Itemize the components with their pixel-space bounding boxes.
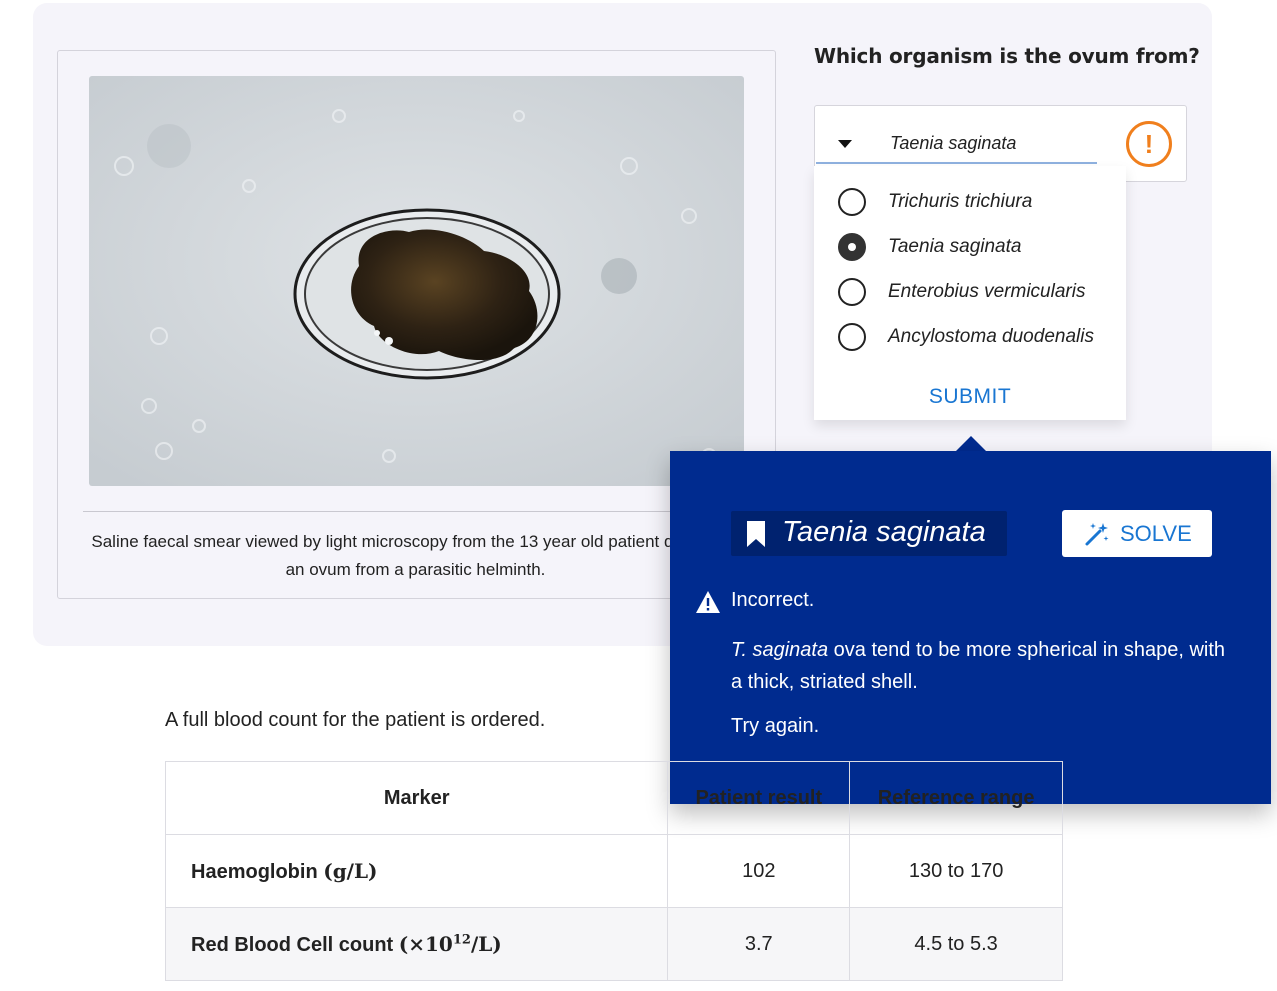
result-cell: 102 <box>667 834 851 908</box>
alert-icon: ! <box>1126 121 1172 167</box>
range-cell: 4.5 to 5.3 <box>849 907 1063 981</box>
radio-button[interactable] <box>838 323 866 351</box>
option-ancylostoma[interactable]: Ancylostoma duodenalis <box>838 321 1128 353</box>
marker-cell: Red Blood Cell count (×1012/L) <box>164 907 669 981</box>
option-enterobius[interactable]: Enterobius vermicularis <box>838 276 1128 308</box>
option-trichuris[interactable]: Trichuris trichiura <box>838 186 1128 218</box>
selected-answer[interactable]: Taenia saginata <box>890 133 1016 154</box>
radio-button[interactable] <box>838 188 866 216</box>
marker-unit: (g/L) <box>323 858 378 883</box>
marker-unit: (×1012/L) <box>399 932 502 956</box>
figure-caption: Saline faecal smear viewed by light micr… <box>91 532 740 579</box>
caret-down-icon[interactable] <box>838 140 852 148</box>
option-label: Taenia saginata <box>888 236 1022 257</box>
feedback-panel <box>670 451 1271 804</box>
feedback-pointer <box>955 436 987 452</box>
feedback-verdict: Incorrect. <box>731 589 815 611</box>
header-range: Reference range <box>849 761 1063 835</box>
table-header-row: Marker Patient result Reference range <box>164 761 1063 835</box>
caption-divider <box>83 511 753 512</box>
table-row: Red Blood Cell count (×1012/L) 3.7 4.5 t… <box>164 907 1063 981</box>
marker-cell: Haemoglobin (g/L) <box>164 834 669 908</box>
option-label: Trichuris trichiura <box>888 191 1033 212</box>
unit-exponent: 12 <box>452 931 471 947</box>
radio-button[interactable] <box>838 278 866 306</box>
question-prompt: Which organism is the ovum from? <box>814 44 1200 68</box>
result-cell: 3.7 <box>667 907 851 981</box>
select-underline <box>816 162 1097 164</box>
submit-button[interactable]: SUBMIT <box>900 382 1040 412</box>
header-marker: Marker <box>164 761 669 835</box>
solve-label: SOLVE <box>1120 521 1192 546</box>
option-label: Ancylostoma duodenalis <box>888 326 1094 347</box>
magic-wand-icon <box>1085 523 1109 546</box>
radio-button-checked[interactable] <box>838 233 866 261</box>
feedback-retry: Try again. <box>731 715 820 737</box>
table-row: Haemoglobin (g/L) 102 130 to 170 <box>164 834 1063 908</box>
marker-name: Haemoglobin <box>191 860 318 883</box>
microscopy-image <box>89 76 744 486</box>
submitted-answer: Taenia saginata <box>782 516 986 548</box>
option-label: Enterobius vermicularis <box>888 281 1086 302</box>
unit-suffix: /L) <box>470 931 502 956</box>
fbc-intro: A full blood count for the patient is or… <box>165 709 546 731</box>
header-result: Patient result <box>667 761 851 835</box>
option-taenia[interactable]: Taenia saginata <box>838 231 1128 263</box>
range-cell: 130 to 170 <box>849 834 1063 908</box>
species-abbrev: T. saginata <box>731 639 829 661</box>
feedback-explanation: T. saginata ova tend to be more spherica… <box>731 634 1231 698</box>
unit-prefix: (×10 <box>398 931 453 956</box>
warning-icon <box>696 591 720 613</box>
fbc-table: Marker Patient result Reference range Ha… <box>164 761 1063 991</box>
marker-name: Red Blood Cell count <box>191 933 394 956</box>
solve-button[interactable]: SOLVE <box>1062 510 1212 557</box>
bookmark-icon <box>747 521 765 547</box>
